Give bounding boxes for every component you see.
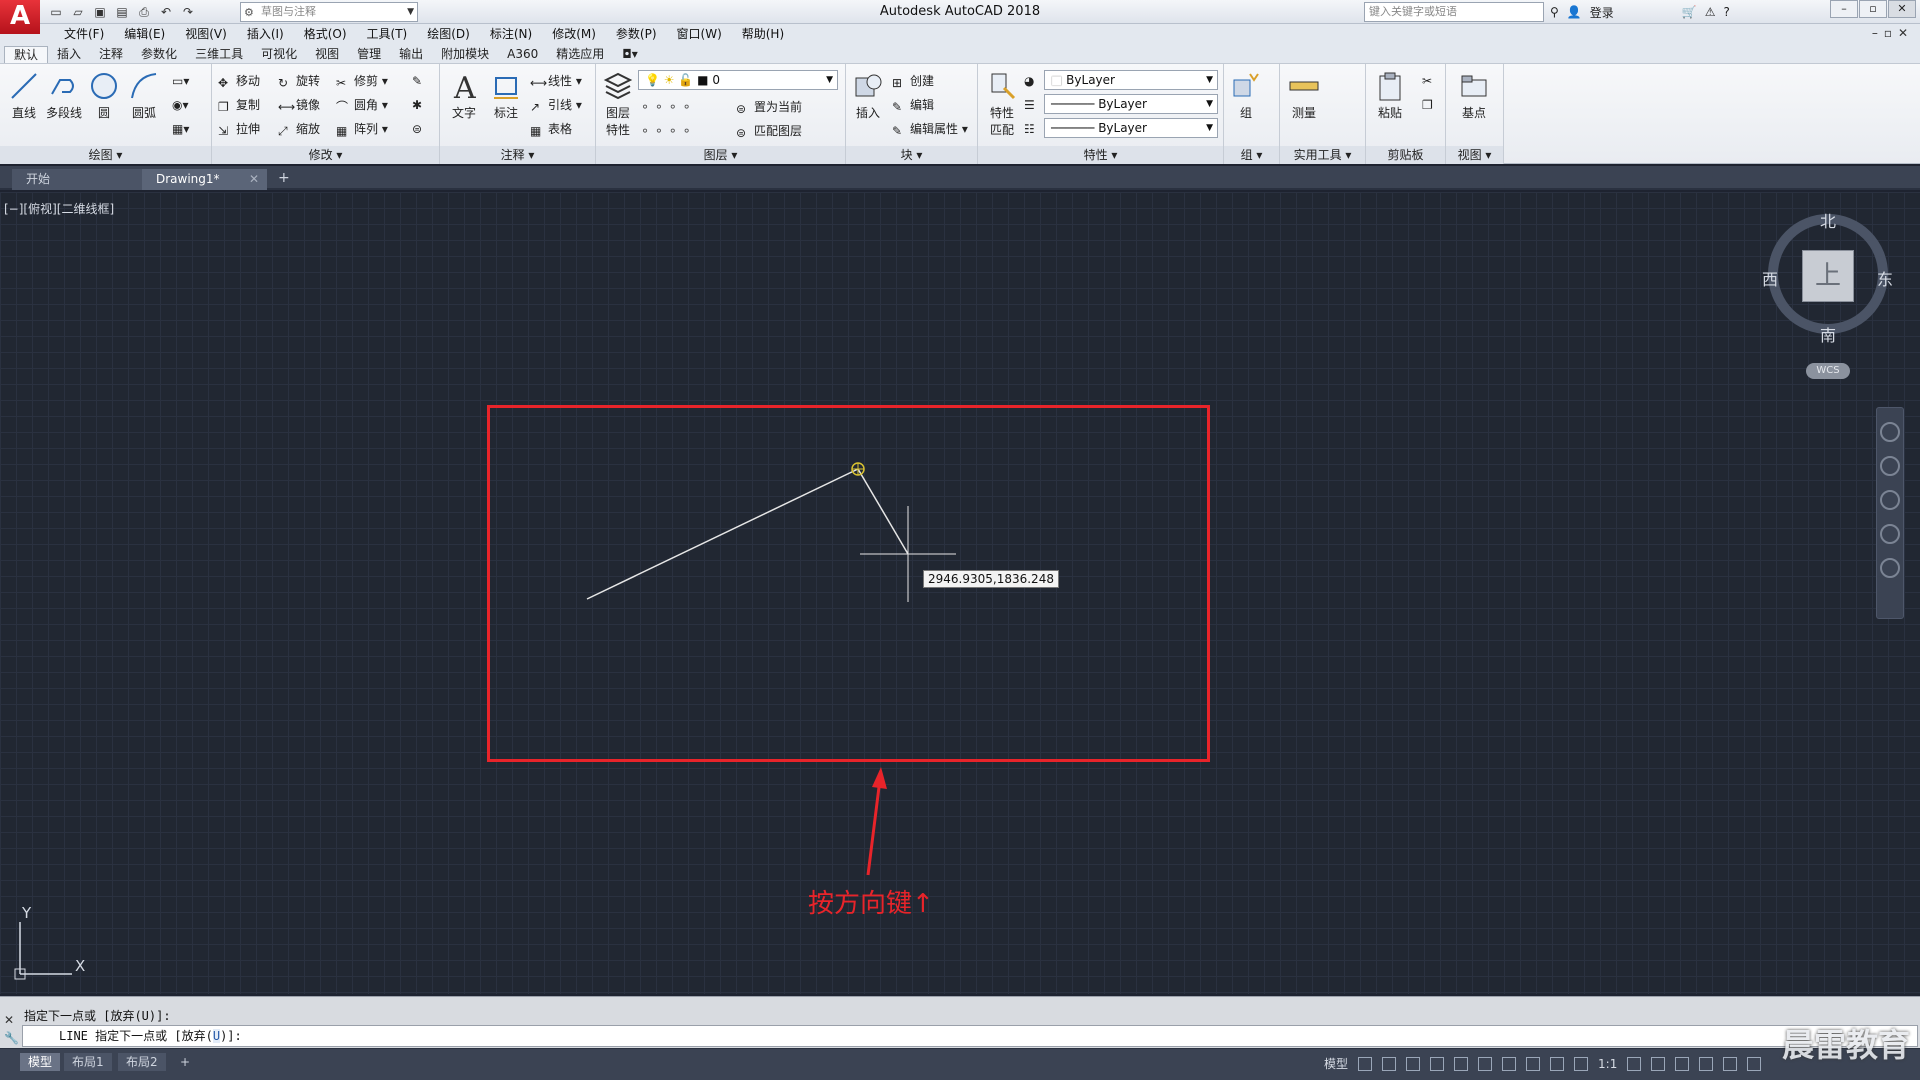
wrench-icon[interactable]: 🔧 <box>4 1031 19 1045</box>
plus-icon[interactable] <box>1651 1056 1666 1071</box>
add-layout-button[interactable]: + <box>172 1053 198 1071</box>
command-window: ✕ 🔧 指定下一点或 [放弃(U)]: LINE 指定下一点或 [放弃(U)]: <box>0 996 1920 1048</box>
command-name: LINE <box>59 1029 88 1043</box>
snap-icon[interactable] <box>1382 1056 1397 1071</box>
osnap-icon[interactable] <box>1454 1056 1469 1071</box>
status-bar: 模型 布局1 布局2 + 模型 1:1 <box>0 1048 1920 1080</box>
command-prompt-end: )]: <box>220 1029 242 1043</box>
ucs-x-label: X <box>75 957 86 975</box>
hardware-accel-icon[interactable] <box>1699 1056 1714 1071</box>
application-menu-button[interactable]: A <box>0 0 40 34</box>
dynamic-ucs-icon[interactable] <box>1502 1056 1517 1071</box>
lineweight-toggle-icon[interactable] <box>1526 1056 1541 1071</box>
tab-model[interactable]: 模型 <box>20 1053 61 1071</box>
annotation-visibility-icon[interactable] <box>1550 1056 1565 1071</box>
command-history: 指定下一点或 [放弃(U)]: <box>24 1009 171 1023</box>
customize-menu-icon[interactable] <box>1747 1056 1762 1071</box>
annotation-scale[interactable]: 1:1 <box>1598 1057 1617 1071</box>
otrack-icon[interactable] <box>1478 1056 1493 1071</box>
polar-icon[interactable] <box>1430 1056 1445 1071</box>
instruction-annotation: 按方向键↑ <box>808 889 934 919</box>
coordinate-tooltip: 2946.9305,1836.248 <box>923 570 1059 588</box>
grid-icon[interactable] <box>1358 1056 1373 1071</box>
watermark-logo: 晨雷教育 <box>1781 1026 1910 1064</box>
red-arrow-icon <box>866 767 887 876</box>
command-prompt-text: 指定下一点或 [放弃( <box>95 1029 213 1043</box>
status-toggles: 模型 1:1 <box>1324 1055 1762 1072</box>
close-icon[interactable]: ✕ <box>4 1013 14 1027</box>
tab-layout1[interactable]: 布局1 <box>64 1053 112 1071</box>
auto-scale-icon[interactable] <box>1574 1056 1589 1071</box>
workspace-gear-icon[interactable] <box>1627 1056 1642 1071</box>
ucs-icon <box>14 922 72 980</box>
highlight-rectangle <box>487 405 1210 762</box>
tab-layout2[interactable]: 布局2 <box>118 1053 166 1071</box>
model-space-toggle[interactable]: 模型 <box>1324 1055 1348 1072</box>
command-option-undo[interactable]: U <box>212 1029 221 1043</box>
command-input[interactable]: LINE 指定下一点或 [放弃(U)]: <box>22 1025 1918 1047</box>
ortho-icon[interactable] <box>1406 1056 1421 1071</box>
clean-screen-icon[interactable] <box>1723 1056 1738 1071</box>
ucs-y-label: Y <box>22 904 32 922</box>
isolate-objects-icon[interactable] <box>1675 1056 1690 1071</box>
